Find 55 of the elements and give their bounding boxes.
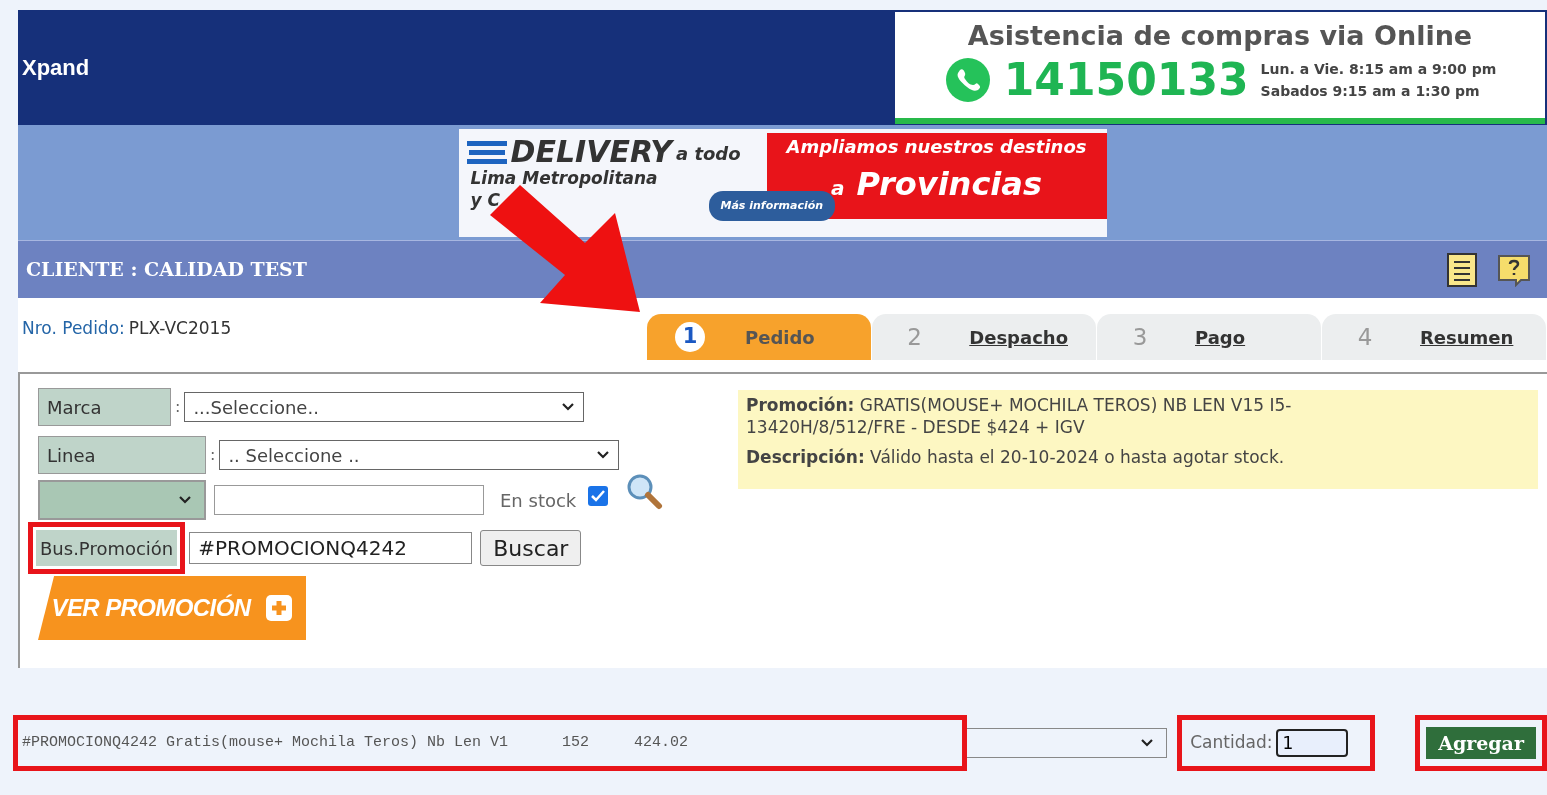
step-label: Pedido [745, 325, 815, 350]
delivery-subtitle: y C [469, 188, 500, 211]
search-button[interactable]: Buscar [480, 530, 582, 566]
hours-text: Lun. a Vie. 8:15 am a 9:00 pm [1260, 60, 1497, 79]
separator-colon: : [210, 444, 216, 466]
quantity-input[interactable]: 1 [1276, 729, 1349, 757]
quantity-label: Cantidad: [1190, 731, 1273, 755]
check-icon [591, 490, 606, 502]
promotion-text: Promoción: GRATIS(MOUSE+ MOCHILA TEROS) NB LEN V15 I5-13420H/8/512/FRE - DESDE $424 + IGV [746, 394, 1293, 438]
step-tab[interactable]: 1 Pedido [647, 314, 871, 360]
delivery-headline: DELIVERY [510, 136, 672, 167]
step-label: Resumen [1420, 325, 1514, 350]
step-number: 1 [675, 322, 705, 352]
step-number: 2 [906, 322, 923, 352]
plus-icon [266, 595, 293, 621]
product-select-value: #PROMOCIONQ4242 Gratis(mouse+ Mochila Teros) Nb Len V1 152 424.02 [22, 732, 689, 753]
promo-big: Provincias [856, 163, 1042, 205]
field-label: Marca [38, 388, 171, 426]
step-label: Pago [1195, 325, 1246, 350]
promo-line: Ampliamos nuestros destinos [786, 134, 1087, 159]
field-label: Bus.Promoción [36, 530, 178, 566]
field-label: Linea [38, 436, 206, 474]
add-button[interactable]: Agregar [1426, 727, 1536, 759]
promo-input[interactable]: #PROMOCIONQ4242 [189, 532, 473, 564]
product-select[interactable] [967, 728, 1168, 758]
description-text: Descripción: Válido hasta el 20-10-2024 o hasta agotar stock. [746, 446, 1286, 468]
chevron-icon [596, 450, 611, 460]
help-icon[interactable] [1497, 252, 1531, 287]
chevron-icon [178, 495, 192, 505]
client-title: CLIENTE : CALIDAD TEST [26, 257, 307, 283]
step-label: Despacho [969, 325, 1068, 350]
list-icon[interactable] [1447, 252, 1477, 287]
step-tab[interactable]: 3 Pago [1097, 314, 1321, 360]
phone-number: 14150133 [1003, 58, 1249, 102]
hours-text: Sabados 9:15 am a 1:30 pm [1260, 82, 1481, 101]
step-number: 3 [1131, 322, 1149, 352]
search-input[interactable] [214, 485, 484, 515]
delivery-subtitle: Lima Metropolitana [469, 166, 658, 189]
order-number: PLX-VC2015 [128, 317, 232, 341]
separator-colon: : [175, 396, 181, 418]
stock-checkbox[interactable] [588, 486, 609, 506]
assistance-title: Asistencia de compras via Online [967, 18, 1473, 53]
phone-icon [943, 56, 992, 104]
lines-icon [466, 138, 507, 167]
stock-label: En stock [500, 488, 577, 513]
step-tab[interactable]: 2 Despacho [872, 314, 1096, 360]
delivery-headline-tail: a todo [675, 141, 741, 166]
step-number: 4 [1356, 322, 1374, 352]
chevron-icon [1140, 738, 1155, 748]
order-label: Nro. Pedido: [22, 317, 125, 341]
line-select[interactable]: .. Seleccione .. [219, 440, 620, 470]
brand-select[interactable]: ...Seleccione.. [184, 392, 585, 422]
step-tab[interactable]: 4 Resumen [1322, 314, 1546, 360]
brand-name: Xpand [21, 54, 90, 82]
chevron-icon [561, 402, 576, 412]
